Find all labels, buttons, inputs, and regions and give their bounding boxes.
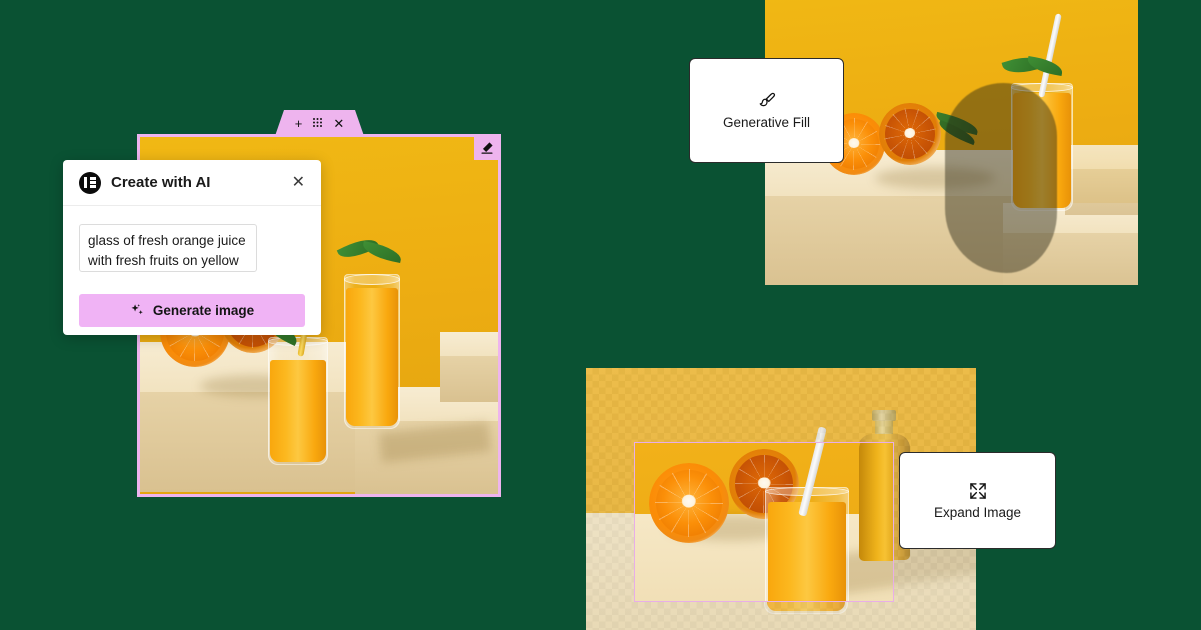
canvas-glass-short (268, 337, 328, 465)
canvas-edit-badge[interactable] (474, 135, 500, 160)
expand-image-card[interactable]: Expand Image (899, 452, 1056, 549)
generative-fill-mask-blob (945, 83, 1057, 273)
expand-selection-rect[interactable] (634, 442, 894, 602)
app-root: { "background_color": "#0a5233", "accent… (0, 0, 1201, 630)
generative-fill-card[interactable]: Generative Fill (689, 58, 844, 163)
canvas-toolbar-tab[interactable]: + ✕ (275, 110, 364, 136)
paintbrush-icon (759, 92, 775, 107)
expand-arrows-icon (969, 483, 986, 499)
plus-icon[interactable]: + (295, 117, 303, 130)
generate-image-label: Generate image (152, 303, 255, 318)
podium-back (1065, 145, 1138, 215)
close-icon[interactable]: ✕ (292, 174, 305, 191)
drag-handle-icon[interactable] (312, 117, 323, 130)
expand-image-label: Expand Image (933, 505, 1022, 520)
close-icon[interactable]: ✕ (333, 117, 344, 130)
create-with-ai-panel[interactable]: Create with AI ✕ Generate image (63, 160, 321, 335)
ai-panel-title: Create with AI (111, 174, 211, 191)
ai-panel-header: Create with AI ✕ (63, 160, 321, 206)
elementor-logo-icon (79, 171, 101, 194)
pencil-icon (481, 141, 493, 154)
generate-image-button[interactable]: Generate image (79, 294, 305, 327)
canvas-podium-back (440, 332, 498, 402)
canvas-glass-tall (344, 274, 400, 429)
generative-fill-label: Generative Fill (722, 115, 811, 130)
sparkle-icon (131, 304, 143, 315)
ai-prompt-input[interactable] (79, 224, 257, 272)
